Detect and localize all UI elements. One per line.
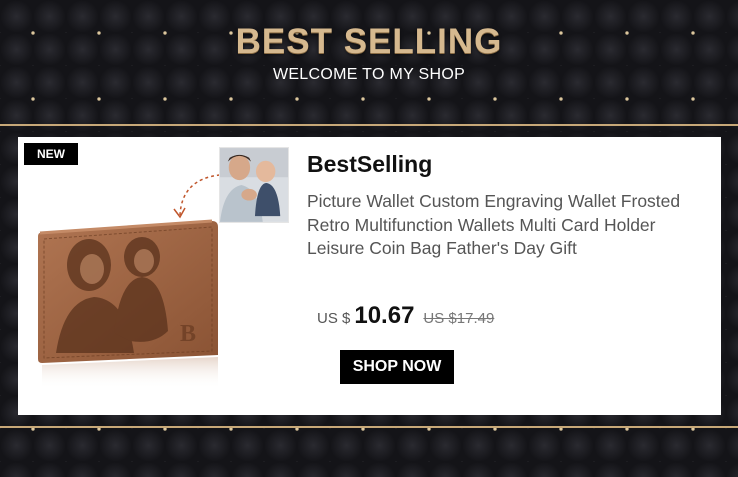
source-photo-thumbnail[interactable]	[219, 147, 289, 223]
sale-price: 10.67	[354, 302, 415, 329]
banner-headline: BEST SELLING	[235, 22, 503, 61]
currency-label: US $	[317, 310, 351, 327]
new-badge: NEW	[24, 143, 78, 165]
original-price: US $17.49	[423, 310, 495, 327]
product-card[interactable]: NEW B BestSelling Picture Wallet Custom …	[18, 137, 721, 415]
svg-text:B: B	[180, 321, 196, 347]
price-row: US $10.67 US $17.49	[317, 302, 494, 330]
divider-top	[0, 124, 738, 126]
shop-now-button[interactable]: SHOP NOW	[340, 350, 454, 384]
product-description: Picture Wallet Custom Engraving Wallet F…	[307, 191, 681, 258]
wallet-product-image[interactable]: B	[34, 213, 224, 393]
banner-subheadline: WELCOME TO MY SHOP	[272, 66, 466, 83]
product-title[interactable]: BestSelling	[307, 151, 432, 178]
divider-bottom	[0, 426, 738, 428]
banner-header: BEST SELLING WELCOME TO MY SHOP	[0, 0, 738, 122]
